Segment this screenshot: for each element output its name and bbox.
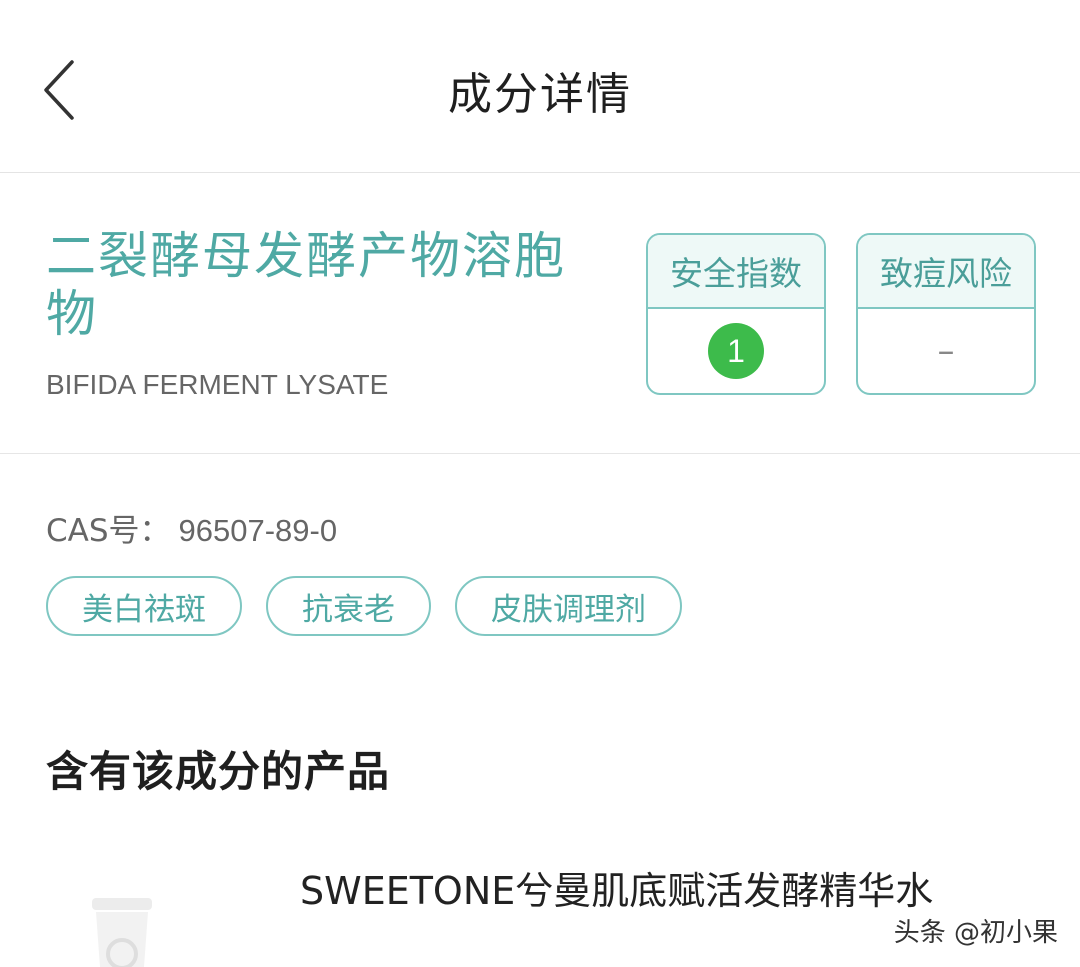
cas-label: CAS号：	[46, 513, 171, 549]
products-section-title: 含有该成分的产品	[46, 747, 391, 796]
product-bottle-icon	[92, 898, 152, 967]
ingredient-name-cn: 二裂酵母发酵产物溶胞物	[46, 227, 566, 343]
tag-anti-aging[interactable]: 抗衰老	[266, 576, 431, 636]
ingredient-summary: 二裂酵母发酵产物溶胞物 BIFIDA FERMENT LYSATE 安全指数 1…	[0, 173, 1080, 454]
page-title: 成分详情	[448, 69, 632, 120]
acne-risk-body: –	[858, 309, 1034, 393]
tag-skin-conditioner[interactable]: 皮肤调理剂	[455, 576, 682, 636]
product-name: SWEETONE兮曼肌底赋活发酵精华水	[300, 869, 934, 913]
watermark: 头条 @初小果	[893, 918, 1058, 948]
safety-score-badge: 1	[708, 323, 764, 379]
acne-risk-card: 致痘风险 –	[856, 233, 1036, 395]
cas-number: CAS号： 96507-89-0	[46, 505, 337, 550]
header-bar: 成分详情	[0, 0, 1080, 173]
safety-index-label: 安全指数	[648, 235, 824, 309]
tag-whitening[interactable]: 美白祛斑	[46, 576, 242, 636]
acne-risk-label: 致痘风险	[858, 235, 1034, 309]
safety-index-card: 安全指数 1	[646, 233, 826, 395]
safety-index-body: 1	[648, 309, 824, 393]
cas-value: 96507-89-0	[178, 513, 338, 548]
ingredient-name-en: BIFIDA FERMENT LYSATE	[46, 369, 389, 400]
acne-risk-value: –	[937, 331, 955, 371]
function-tags: 美白祛斑 抗衰老 皮肤调理剂	[46, 576, 682, 636]
